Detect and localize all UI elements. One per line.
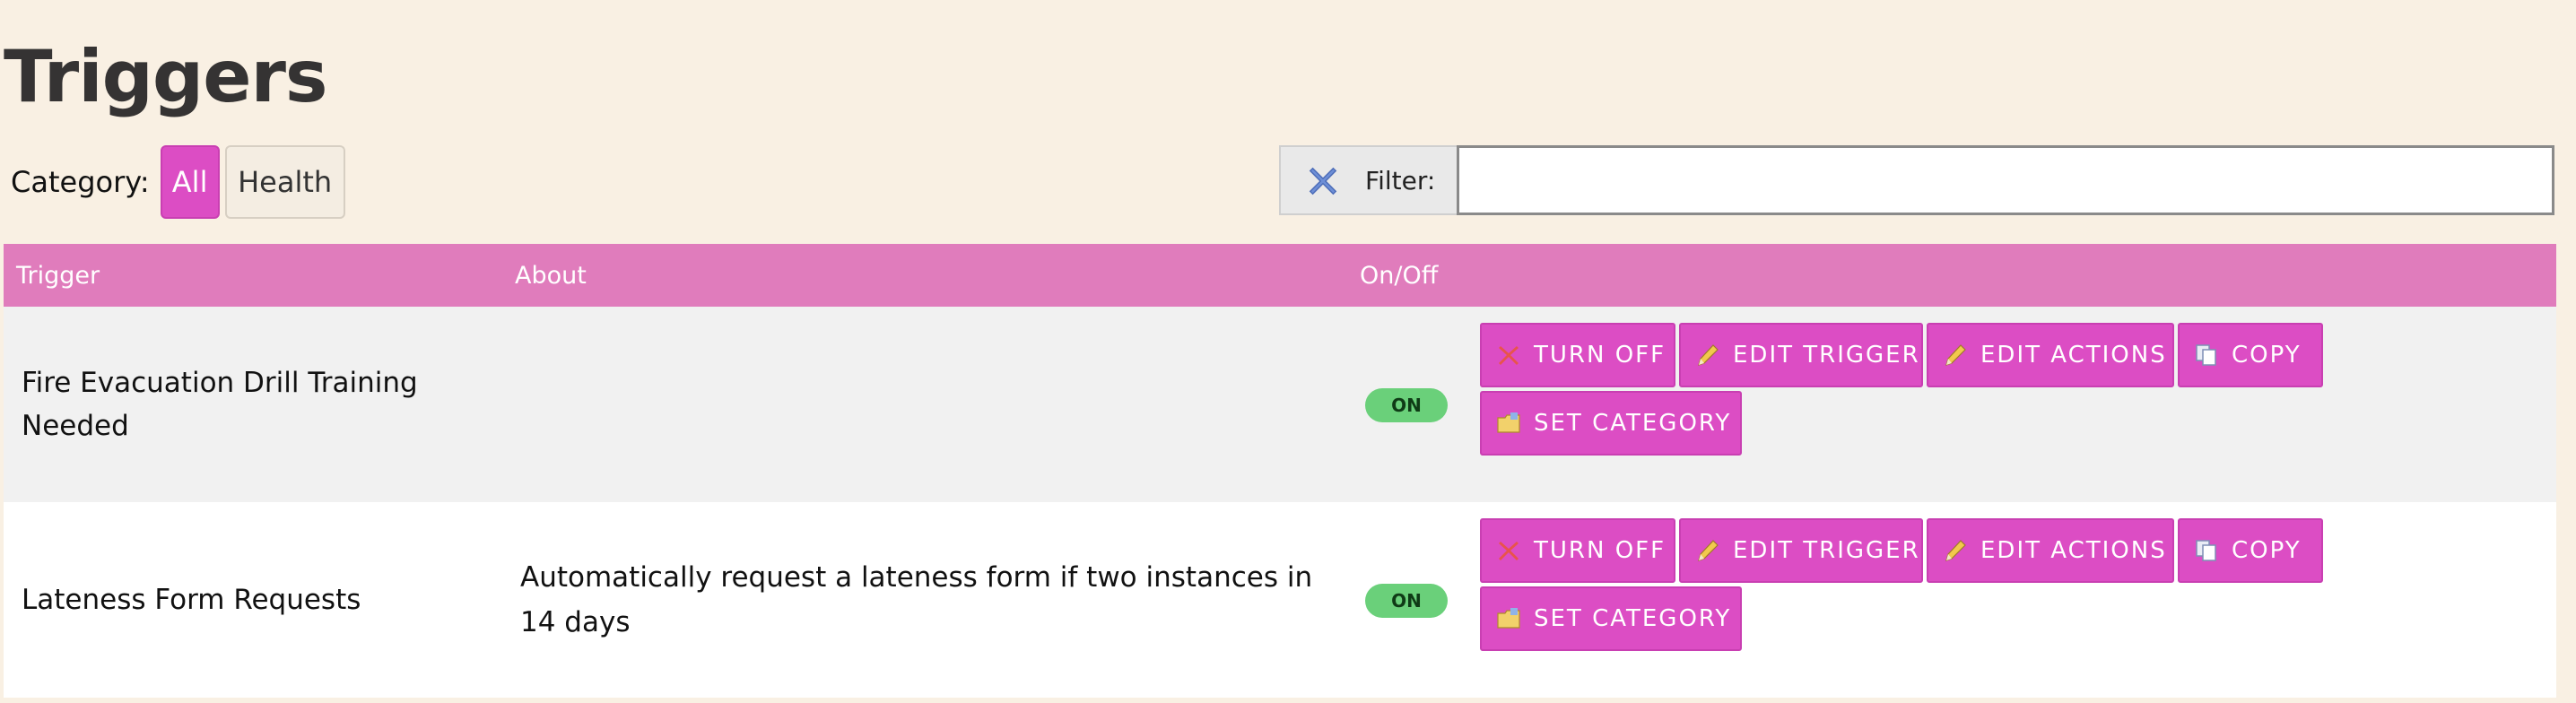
on-off-toggle[interactable]: ON [1365, 388, 1448, 422]
header-about: About [515, 261, 587, 290]
folder-icon [1497, 412, 1520, 433]
trigger-name: Fire Evacuation Drill Training Needed [22, 367, 418, 442]
header-onoff: On/Off [1360, 261, 1439, 290]
pencil-icon [1945, 344, 1966, 366]
trigger-name: Lateness Form Requests [22, 584, 361, 616]
x-icon [1499, 542, 1519, 560]
edit-actions-button[interactable]: EDIT ACTIONS [1927, 323, 2174, 387]
trigger-about [520, 307, 1327, 502]
table-row: Lateness Form Requests Automatically req… [4, 502, 2556, 698]
filter-input[interactable] [1457, 145, 2554, 215]
copy-button[interactable]: COPY [2178, 518, 2323, 583]
row-actions: TURN OFF EDIT TRIGGER EDIT ACTIONS COPY … [1480, 518, 2359, 651]
filter-addon: Filter: [1279, 145, 1457, 215]
edit-trigger-button[interactable]: EDIT TRIGGER [1679, 323, 1923, 387]
triggers-table: Trigger About On/Off Fire Evacuation Dri… [4, 244, 2556, 698]
filter-label: Filter: [1365, 165, 1436, 195]
clear-filter-icon[interactable] [1306, 163, 1340, 197]
set-category-button[interactable]: SET CATEGORY [1480, 391, 1742, 456]
header-trigger: Trigger [16, 261, 100, 290]
copy-icon [2196, 540, 2216, 561]
turn-off-button[interactable]: TURN OFF [1480, 518, 1675, 583]
filter-box: Filter: [1279, 145, 2576, 215]
pencil-icon [1698, 344, 1719, 366]
folder-icon [1497, 608, 1520, 629]
pencil-icon [1698, 540, 1719, 561]
category-bar: Category: All Health [11, 145, 351, 219]
x-icon [1499, 346, 1519, 365]
turn-off-button[interactable]: TURN OFF [1480, 323, 1675, 387]
row-actions: TURN OFF EDIT TRIGGER EDIT ACTIONS COPY … [1480, 323, 2359, 456]
set-category-button[interactable]: SET CATEGORY [1480, 586, 1742, 651]
page-title: Triggers [4, 35, 328, 118]
table-header: Trigger About On/Off [4, 244, 2556, 307]
edit-actions-button[interactable]: EDIT ACTIONS [1927, 518, 2174, 583]
triggers-page: Triggers Category: All Health Filter: Tr… [0, 0, 2576, 703]
category-label: Category: [11, 165, 150, 199]
pencil-icon [1945, 540, 1966, 561]
copy-icon [2196, 344, 2216, 366]
table-row: Fire Evacuation Drill Training Needed ON… [4, 307, 2556, 502]
category-health-button[interactable]: Health [224, 145, 345, 219]
edit-trigger-button[interactable]: EDIT TRIGGER [1679, 518, 1923, 583]
trigger-about: Automatically request a lateness form if… [520, 561, 1313, 638]
on-off-toggle[interactable]: ON [1365, 584, 1448, 618]
category-all-button[interactable]: All [160, 145, 220, 219]
copy-button[interactable]: COPY [2178, 323, 2323, 387]
